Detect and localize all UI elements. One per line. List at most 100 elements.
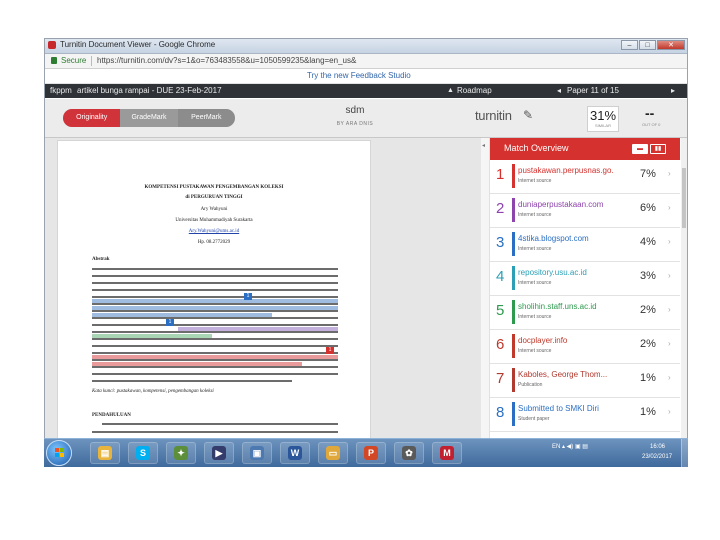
match-highlight[interactable] (92, 355, 338, 359)
taskbar-explorer-button[interactable]: ▭ (318, 442, 348, 464)
turnitin-logo: turnitin (475, 108, 512, 123)
match-highlight[interactable] (92, 334, 212, 338)
taskbar-word-button[interactable]: W (280, 442, 310, 464)
source-color-bar (512, 266, 515, 290)
match-highlight[interactable] (178, 327, 338, 331)
roadmap-icon: ▲ (447, 87, 454, 94)
title-bar: Turnitin Document Viewer - Google Chrome… (45, 39, 687, 54)
source-name[interactable]: docplayer.info (518, 336, 614, 345)
match-source-row[interactable]: 8 Submitted to SMKI Diri Student paper 1% › (490, 398, 680, 432)
source-name[interactable]: sholihin.staff.uns.ac.id (518, 302, 614, 311)
list-view-icon[interactable]: ▬ (632, 144, 648, 154)
match-source-row[interactable]: 6 docplayer.info Internet source 2% › (490, 330, 680, 364)
section-heading: PENDAHULUAN (92, 413, 131, 418)
tab-peermark[interactable]: PeerMark (177, 109, 235, 127)
source-name[interactable]: pustakawan.perpusnas.go.id (518, 166, 614, 175)
source-rank: 5 (496, 302, 505, 319)
match-source-row[interactable]: 2 duniaperpustakaan.com Internet source 6% › (490, 194, 680, 228)
taskbar-media-button[interactable]: ▶ (204, 442, 234, 464)
chevron-right-icon[interactable]: › (668, 373, 671, 382)
roadmap-link[interactable]: Roadmap (457, 86, 492, 95)
window-title: Turnitin Document Viewer - Google Chrome (60, 40, 216, 49)
taskbar-skype-button[interactable]: S (128, 442, 158, 464)
grade-value: -- (645, 105, 655, 121)
taskbar-paw-button[interactable]: ✿ (394, 442, 424, 464)
match-source-row[interactable]: 4 repository.usu.ac.id Internet source 3% › (490, 262, 680, 296)
panel-rail[interactable]: ◂ (481, 138, 490, 465)
minimize-button[interactable]: – (621, 40, 638, 50)
url-text[interactable]: https://turnitin.com/dv?s=1&o=763483558&… (97, 56, 356, 65)
match-marker[interactable]: 1 (166, 319, 174, 326)
mendeley-icon: M (440, 446, 454, 460)
media-icon: ▶ (212, 446, 226, 460)
match-marker[interactable]: 1 (244, 293, 252, 300)
taskbar-mendeley-button[interactable]: M (432, 442, 462, 464)
text-line (92, 331, 338, 333)
text-line (92, 345, 338, 347)
text-line (92, 431, 338, 433)
chevron-right-icon[interactable]: › (668, 237, 671, 246)
match-source-row[interactable]: 5 sholihin.staff.uns.ac.id Internet source… (490, 296, 680, 330)
match-source-row[interactable]: 7 Kaboles, George Thom... Publication 1% › (490, 364, 680, 398)
taskbar-photo-button[interactable]: ▣ (242, 442, 272, 464)
address-bar[interactable]: Secure https://turnitin.com/dv?s=1&o=763… (45, 54, 687, 69)
scrollbar-thumb[interactable] (682, 168, 686, 228)
match-source-row[interactable]: 1 pustakawan.perpusnas.go.id Internet sour… (490, 160, 680, 194)
abstract-heading: Abstrak (92, 257, 110, 262)
text-line (92, 359, 338, 361)
source-name[interactable]: duniaperpustakaan.com (518, 200, 614, 209)
feedback-studio-link[interactable]: Try the new Feedback Studio (307, 71, 411, 80)
paper-author: Ary Wahyuni (200, 207, 228, 212)
document-viewer[interactable]: KOMPETENSI PUSTAKAWAN PENGEMBANGAN KOLEK… (45, 138, 481, 465)
source-name[interactable]: repository.usu.ac.id (518, 268, 614, 277)
source-name[interactable]: 4stika.blogspot.com (518, 234, 614, 243)
document-title: sdm (345, 105, 365, 116)
powerpoint-icon: P (364, 446, 378, 460)
text-line (92, 366, 338, 368)
tab-grademark[interactable]: GradeMark (120, 109, 178, 127)
chevron-right-icon[interactable]: › (668, 271, 671, 280)
match-marker[interactable]: 1 (326, 347, 334, 354)
chevron-right-icon[interactable]: › (668, 407, 671, 416)
tab-originality[interactable]: Originality (63, 109, 121, 127)
match-overview-header: Match Overview ▬ ▮▮ (490, 138, 680, 160)
system-tray[interactable]: EN ▴ ◀) ▣ ▤ (552, 443, 588, 450)
start-button[interactable] (46, 440, 72, 466)
taskbar-powerpoint-button[interactable]: P (356, 442, 386, 464)
taskbar-folder-button[interactable]: ▤ (90, 442, 120, 464)
source-type: Internet source (518, 348, 552, 354)
chevron-right-icon[interactable]: › (668, 169, 671, 178)
similarity-score[interactable]: 31% SIMILAR (587, 106, 619, 132)
source-color-bar (512, 368, 515, 392)
windows-taskbar: ▤ S ✦ ▶ ▣ W ▭ P ✿ M EN ▴ ◀) ▣ ▤ 16:06 23/02/2017 (44, 438, 688, 467)
taskbar-network-button[interactable]: ✦ (166, 442, 196, 464)
chevron-right-icon[interactable]: › (668, 339, 671, 348)
match-source-row[interactable]: 3 4stika.blogspot.com Internet source 4% › (490, 228, 680, 262)
text-line (92, 310, 338, 312)
maximize-button[interactable]: □ (639, 40, 656, 50)
source-percent: 1% (640, 372, 656, 384)
similarity-value: 31% (589, 108, 617, 123)
paw-icon: ✿ (402, 446, 416, 460)
skype-icon: S (136, 446, 150, 460)
match-highlight[interactable] (92, 299, 338, 303)
chevron-right-icon[interactable]: › (668, 305, 671, 314)
collapse-arrow-icon[interactable]: ◂ (482, 142, 485, 149)
source-percent: 6% (640, 202, 656, 214)
text-line (92, 338, 338, 340)
prev-paper-button[interactable]: ◂ (557, 86, 561, 95)
chevron-right-icon[interactable]: › (668, 203, 671, 212)
document-author: BY ARA DNIS (336, 121, 374, 127)
close-button[interactable]: ✕ (657, 40, 685, 50)
source-name[interactable]: Submitted to SMKI Diri (518, 404, 614, 413)
match-highlight[interactable] (92, 313, 272, 317)
turnitin-header: fkppm artikel bunga rampai - DUE 23-Feb-… (45, 84, 687, 98)
match-highlight[interactable] (92, 362, 302, 366)
panel-scrollbar[interactable] (681, 138, 687, 465)
match-highlight[interactable] (92, 306, 338, 310)
next-paper-button[interactable]: ▸ (671, 86, 675, 95)
chart-view-icon[interactable]: ▮▮ (650, 144, 666, 154)
show-desktop-button[interactable] (681, 439, 688, 467)
source-name[interactable]: Kaboles, George Thom... (518, 370, 614, 379)
text-line (92, 296, 338, 298)
